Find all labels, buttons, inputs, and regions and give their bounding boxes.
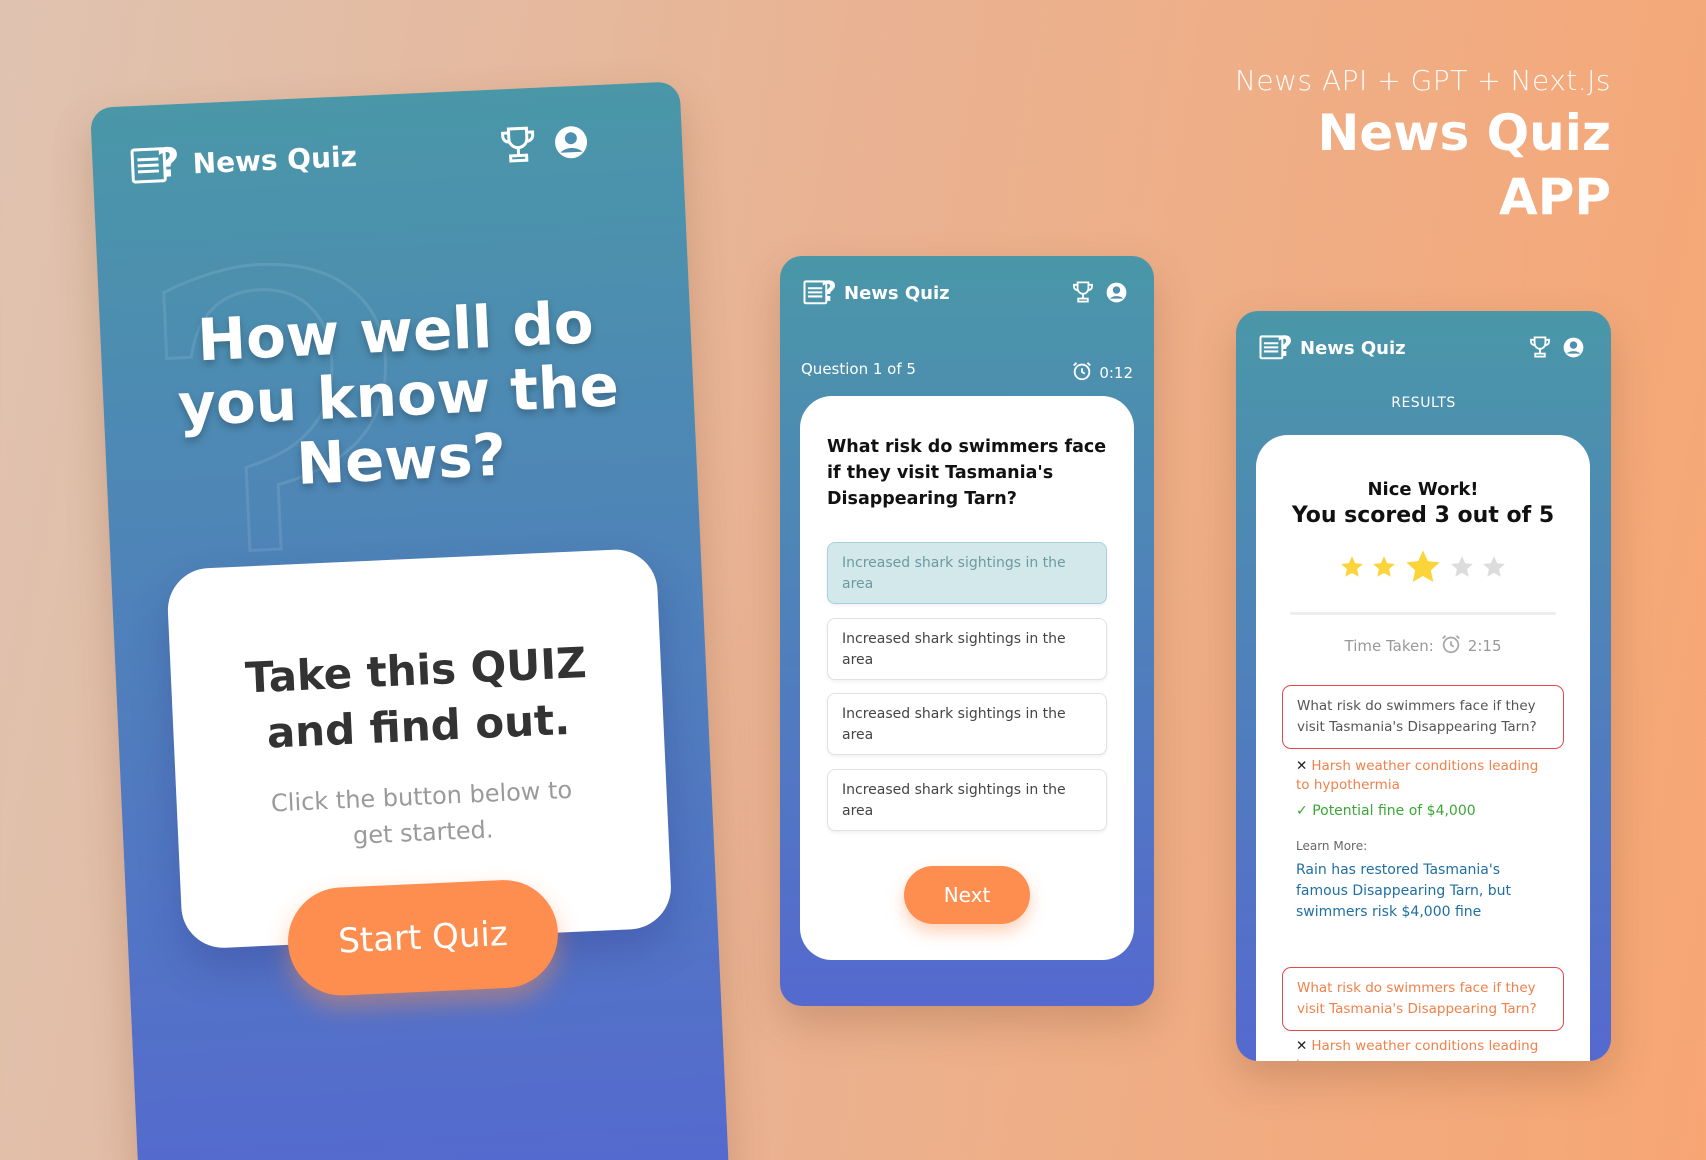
time-taken: Time Taken: 2:15 [1256, 633, 1590, 659]
timer-value: 0:12 [1099, 364, 1133, 382]
answer-option[interactable]: Increased shark sightings in the area [827, 542, 1107, 604]
app-title: News Quiz [191, 139, 358, 181]
question-counter: Question 1 of 5 [801, 360, 916, 378]
wrong-answer: ✕ Harsh weather conditions leading to hyp… [1296, 757, 1556, 795]
trophy-icon[interactable] [1072, 280, 1094, 309]
branding-title-line2: APP [1499, 168, 1611, 226]
svg-text:?: ? [1277, 332, 1292, 361]
star-icon [1449, 554, 1475, 585]
check-icon: ✓ [1296, 803, 1308, 819]
answer-option[interactable]: Increased shark sightings in the area [827, 693, 1107, 755]
question-info: Question 1 of 5 0:12 [801, 360, 1133, 386]
divider [1290, 612, 1556, 615]
trophy-icon[interactable] [499, 124, 537, 171]
landing-headline: How well do you know the News? [99, 286, 697, 505]
star-rating [1256, 547, 1590, 592]
news-quiz-logo-icon: ? [1259, 331, 1293, 366]
card-subtitle: Click the button below to get started. [176, 768, 669, 862]
question-card: What risk do swimmers face if they visit… [800, 396, 1134, 960]
landing-screen: ? ? News Quiz How well do you know the N… [90, 81, 730, 1160]
time-taken-value: 2:15 [1467, 637, 1502, 655]
quiz-screen: ? News Quiz Question 1 of 5 0:12 What ri… [780, 256, 1154, 1006]
result-question-box: What risk do swimmers face if they visit… [1282, 685, 1564, 749]
alarm-clock-icon [1071, 360, 1093, 386]
answer-option[interactable]: Increased shark sightings in the area [827, 769, 1107, 831]
branding-title: News Quiz APP [1235, 101, 1611, 229]
learn-more-label: Learn More: [1296, 839, 1368, 853]
nice-work-text: Nice Work! [1367, 479, 1479, 500]
correct-answer: ✓ Potential fine of $4,000 [1296, 803, 1556, 819]
x-icon: ✕ [1296, 1038, 1308, 1054]
star-icon [1481, 554, 1507, 585]
news-quiz-logo-icon: ? [130, 140, 181, 191]
branding-subtitle: News API + GPT + Next.Js [1234, 64, 1611, 97]
start-quiz-button[interactable]: Start Quiz [285, 877, 561, 998]
app-title: News Quiz [844, 283, 950, 304]
correct-answer-text: Potential fine of $4,000 [1312, 803, 1476, 819]
star-icon [1371, 554, 1397, 585]
user-icon[interactable] [1563, 337, 1584, 363]
result-question-box: What risk do swimmers face if they visit… [1282, 967, 1564, 1031]
user-icon[interactable] [553, 124, 589, 165]
app-header: ? News Quiz [1236, 331, 1611, 366]
learn-more-link[interactable]: Rain has restored Tasmania's famous Disa… [1296, 860, 1546, 923]
x-icon: ✕ [1296, 758, 1308, 774]
results-screen: ? News Quiz RESULTS Nice Work! You score… [1236, 311, 1611, 1061]
time-taken-label: Time Taken: [1344, 637, 1434, 655]
svg-text:?: ? [156, 140, 180, 186]
user-icon[interactable] [1106, 282, 1127, 308]
results-heading: RESULTS [1391, 395, 1456, 411]
wrong-answer-text: Harsh weather conditions leading to [1296, 1038, 1539, 1061]
news-quiz-logo-icon: ? [803, 276, 837, 311]
alarm-clock-icon [1440, 633, 1462, 659]
wrong-answer: ✕Harsh weather conditions leading to [1296, 1037, 1556, 1061]
branding-title-line1: News Quiz [1317, 104, 1611, 162]
trophy-icon[interactable] [1529, 335, 1551, 364]
question-text: What risk do swimmers face if they visit… [827, 437, 1107, 509]
results-card: Nice Work! You scored 3 out of 5 Time Ta… [1256, 435, 1590, 1061]
next-button[interactable]: Next [904, 866, 1030, 924]
star-icon [1403, 547, 1443, 592]
wrong-answer-text: Harsh weather conditions leading to hypo… [1296, 758, 1539, 793]
star-icon [1339, 554, 1365, 585]
app-title: News Quiz [1300, 338, 1406, 359]
score-text: You scored 3 out of 5 [1291, 503, 1555, 528]
answer-option[interactable]: Increased shark sightings in the area [827, 618, 1107, 680]
svg-text:?: ? [821, 277, 836, 306]
timer: 0:12 [1071, 360, 1133, 386]
app-header: ? News Quiz [780, 276, 1154, 311]
card-title: Take this QUIZ and find out. [170, 632, 665, 766]
branding: News API + GPT + Next.Js News Quiz APP [1235, 64, 1611, 229]
